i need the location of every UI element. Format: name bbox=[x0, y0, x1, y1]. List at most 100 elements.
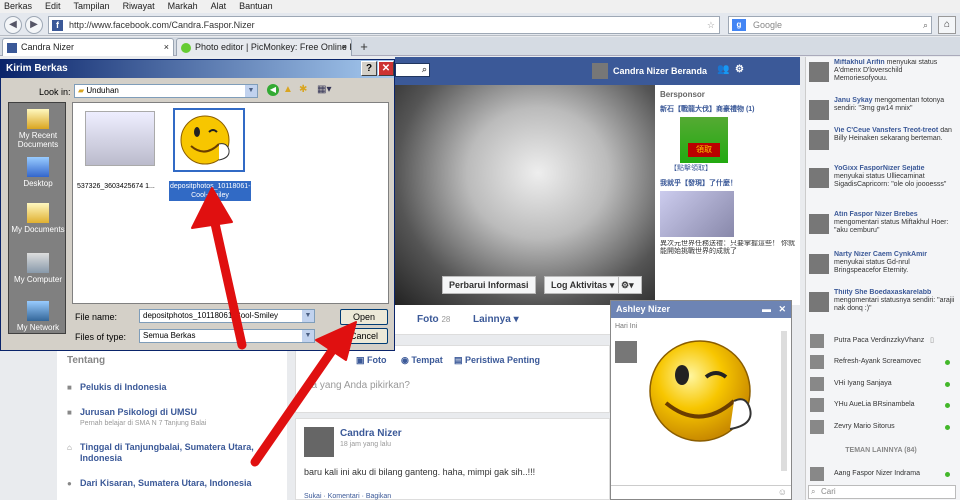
dialog-titlebar[interactable]: Kirim Berkas bbox=[1, 60, 394, 78]
menu-berkas[interactable]: Berkas bbox=[4, 0, 32, 13]
sponsor-ad-2-text: 異次元世界任務送禮：只要掌握這些！ 你就能開始挑戰世界的成就了 bbox=[660, 240, 795, 255]
chat-day-label: Hari Ini bbox=[615, 323, 638, 330]
menu-riwayat[interactable]: Riwayat bbox=[123, 0, 155, 13]
fb-user-name[interactable]: Candra Nizer bbox=[613, 66, 669, 76]
chat-friend[interactable]: Aang Faspor Nizer Indrama bbox=[806, 465, 956, 483]
forward-button[interactable]: ▶ bbox=[25, 16, 43, 34]
composer-tab-life-event[interactable]: ▤ Peristiwa Penting bbox=[454, 355, 540, 366]
about-work[interactable]: Pelukis di Indonesia bbox=[80, 382, 167, 392]
search-icon[interactable]: ⌕ bbox=[923, 17, 928, 33]
close-tab-icon[interactable]: × bbox=[164, 39, 169, 56]
file-name[interactable]: 537326_3603425674 1... bbox=[77, 183, 165, 190]
up-folder-icon[interactable]: ▲ bbox=[283, 84, 295, 96]
update-info-button[interactable]: Perbarui Informasi bbox=[442, 276, 536, 294]
about-from[interactable]: Dari Kisaran, Sumatera Utara, Indonesia bbox=[80, 478, 252, 488]
close-tab-icon[interactable]: × bbox=[342, 39, 347, 56]
view-menu-icon[interactable]: ▦▾ bbox=[317, 84, 335, 96]
friend-requests-icon[interactable]: 👥 bbox=[717, 64, 729, 75]
close-icon[interactable]: ✕ bbox=[778, 301, 786, 318]
menu-bantuan[interactable]: Bantuan bbox=[239, 0, 273, 13]
home-icon[interactable]: ⌂ bbox=[938, 16, 956, 34]
sponsor-ad-1-claim-button[interactable]: 領取 bbox=[688, 143, 720, 157]
settings-gear-icon[interactable]: ⚙ bbox=[735, 64, 744, 75]
friend-name: Refresh-Ayank Screamovec bbox=[834, 358, 922, 365]
composer-tab-photo[interactable]: ▣ Foto bbox=[356, 355, 387, 366]
composer-input[interactable]: pa yang Anda pikirkan? bbox=[306, 380, 606, 391]
look-in-select[interactable]: ▰ Unduhan ▼ bbox=[74, 84, 258, 98]
search-bar[interactable]: g Google ⌕ bbox=[728, 16, 932, 34]
cover-gear-icon[interactable]: ⚙▾ bbox=[618, 276, 642, 294]
back-arrow-icon[interactable]: ◀ bbox=[267, 84, 279, 96]
fb-search-input[interactable]: ⌕ bbox=[395, 63, 430, 77]
menu-edit[interactable]: Edit bbox=[45, 0, 61, 13]
place-recent[interactable]: My Recent Documents bbox=[9, 109, 67, 149]
new-tab-button[interactable]: + bbox=[356, 39, 372, 55]
composer-place-label: Tempat bbox=[411, 355, 443, 365]
tab-candra-nizer[interactable]: Candra Nizer × bbox=[2, 38, 174, 56]
chat-friend[interactable]: Zevry Mario Sitorus bbox=[806, 418, 956, 436]
chevron-down-icon: ▾ bbox=[513, 314, 519, 325]
more-friends-header: TEMAN LAINNYA (84) bbox=[845, 447, 917, 454]
filetype-select[interactable]: Semua Berkas ▼ bbox=[139, 329, 315, 343]
menu-markah[interactable]: Markah bbox=[168, 0, 198, 13]
chat-message-input[interactable]: ☺ bbox=[611, 485, 791, 500]
place-my-documents[interactable]: My Documents bbox=[9, 203, 67, 234]
browser-menubar: Berkas Edit Tampilan Riwayat Markah Alat… bbox=[0, 0, 960, 13]
post-actions[interactable]: Sukai · Komentari · Bagikan bbox=[304, 493, 391, 500]
file-thumbnail-smiley[interactable] bbox=[173, 108, 245, 172]
url-bar[interactable]: f http://www.facebook.com/Candra.Faspor.N… bbox=[48, 16, 720, 34]
chat-scrollbar[interactable] bbox=[781, 331, 787, 471]
about-education[interactable]: Jurusan Psikologi di UMSU bbox=[80, 407, 197, 417]
chat-friend[interactable]: VHi Iyang Sanjaya bbox=[806, 375, 956, 393]
file-thumbnail-screenshot[interactable] bbox=[85, 111, 155, 166]
minimize-icon[interactable]: ▬ bbox=[762, 301, 771, 318]
ticker-item[interactable]: YoGixx FasporNizer Sejatie menyukai stat… bbox=[806, 165, 956, 209]
place-label: My Computer bbox=[13, 275, 62, 284]
new-folder-icon[interactable]: ✱ bbox=[299, 84, 311, 96]
ticker-item[interactable]: Atin Faspor Nizer Brebes mengomentari st… bbox=[806, 211, 956, 255]
avatar[interactable] bbox=[304, 427, 334, 457]
post-author[interactable]: Candra Nizer bbox=[340, 428, 402, 439]
open-button[interactable]: Open bbox=[340, 309, 388, 325]
online-dot-icon bbox=[945, 360, 950, 365]
chat-friend[interactable]: Putra Paca VerdinzzkyVhanz ▯ bbox=[806, 332, 956, 350]
chat-friend[interactable]: YHu AueLia BRsinambela bbox=[806, 396, 956, 414]
chat-window-header[interactable]: Ashley Nizer ▬ ✕ bbox=[611, 301, 791, 318]
sponsor-ad-1-link[interactable]: 【點擊領取】 bbox=[670, 163, 795, 173]
avatar bbox=[810, 398, 824, 412]
filename-input[interactable]: depositphotos_10118061-Cool-Smiley ▼ bbox=[139, 309, 315, 323]
about-lives-in[interactable]: Tinggal di Tanjungbalai, Sumatera Utara,… bbox=[80, 442, 280, 464]
friend-name: Zevry Mario Sitorus bbox=[834, 423, 895, 430]
ticker-item[interactable]: Thiity She Boedaxaskarelabb mengomentari… bbox=[806, 289, 956, 333]
sponsor-ad-2-title[interactable]: 我就乎【發現】了什麼！ bbox=[660, 179, 795, 188]
menu-tampilan[interactable]: Tampilan bbox=[74, 0, 110, 13]
menu-alat[interactable]: Alat bbox=[211, 0, 227, 13]
recent-documents-icon bbox=[27, 109, 49, 129]
avatar[interactable] bbox=[592, 63, 608, 79]
facebook-favicon-icon bbox=[7, 43, 17, 53]
sponsor-ad-1-title[interactable]: 新石【戰龍大伐】商豪禮物 (1) bbox=[660, 105, 795, 114]
place-my-computer[interactable]: My Computer bbox=[9, 253, 67, 284]
chat-friend[interactable]: Refresh-Ayank Screamovec bbox=[806, 353, 956, 371]
tab-lainnya[interactable]: Lainnya ▾ bbox=[473, 314, 519, 325]
sponsor-ad-2-image[interactable] bbox=[660, 191, 734, 237]
post-time[interactable]: 18 jam yang lalu bbox=[340, 441, 391, 448]
star-icon[interactable]: ☆ bbox=[707, 17, 715, 33]
file-name-selected[interactable]: depositphotos_10118061-Cool-Smiley bbox=[169, 181, 251, 201]
fb-home-link[interactable]: Beranda bbox=[671, 66, 707, 76]
composer-tab-place[interactable]: ◉ Tempat bbox=[401, 355, 443, 366]
cancel-button[interactable]: Cancel bbox=[340, 328, 388, 344]
home-icon: ⌂ bbox=[67, 443, 72, 452]
ticker-text: menyukai status Ulliecaminat SigadisCapr… bbox=[834, 173, 947, 188]
back-button[interactable]: ◀ bbox=[4, 16, 22, 34]
dialog-close-button[interactable]: ✕ bbox=[378, 61, 394, 76]
emoticon-icon[interactable]: ☺ bbox=[778, 487, 787, 497]
avatar bbox=[809, 254, 829, 274]
sponsor-ad-1-image[interactable]: 領取 bbox=[680, 117, 728, 163]
place-my-network[interactable]: My Network bbox=[9, 301, 67, 332]
help-button[interactable]: ? bbox=[361, 61, 377, 76]
place-desktop[interactable]: Desktop bbox=[9, 157, 67, 188]
tab-foto[interactable]: Foto 28 bbox=[417, 314, 450, 325]
tab-picmonkey[interactable]: Photo editor | PicMonkey: Free Online Ph… bbox=[176, 38, 352, 56]
chat-search-input[interactable]: ⌕ Cari bbox=[808, 485, 956, 499]
